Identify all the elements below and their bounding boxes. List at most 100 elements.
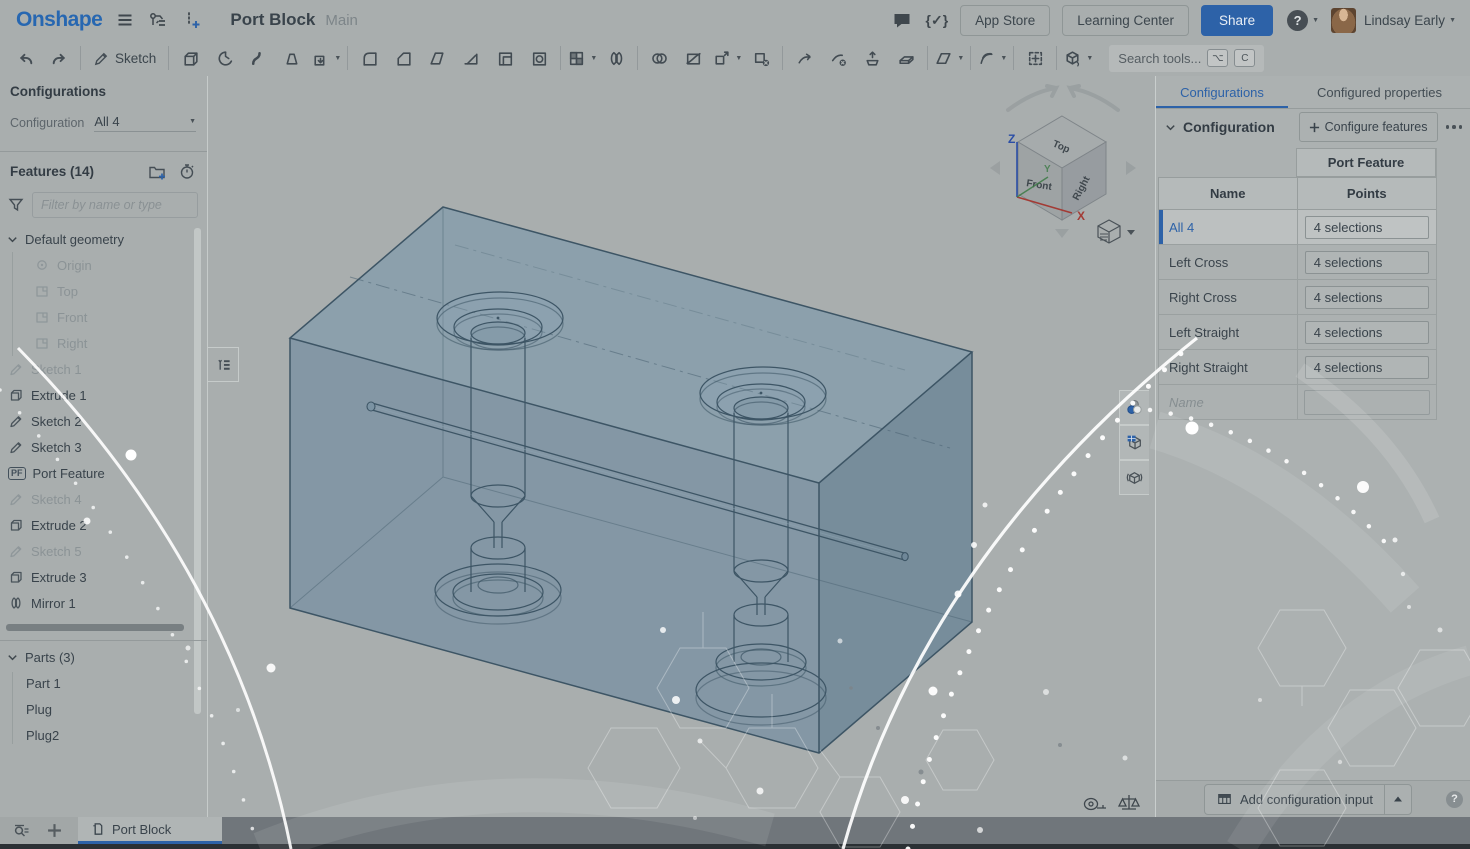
- feature-item[interactable]: Front: [0, 304, 192, 330]
- config-row[interactable]: Right Cross 4 selections: [1158, 280, 1436, 315]
- insert-new-button[interactable]: [182, 10, 202, 30]
- config-name[interactable]: Left Straight: [1159, 315, 1297, 349]
- part-item[interactable]: Part 1: [0, 670, 200, 696]
- extrude-tool-button[interactable]: [173, 43, 207, 73]
- delete-face-tool-button[interactable]: [821, 43, 855, 73]
- transform-tool-button[interactable]: ▼: [710, 43, 744, 73]
- workspace-name[interactable]: Main: [325, 12, 358, 29]
- filter-icon[interactable]: [8, 197, 24, 213]
- sweep-tool-button[interactable]: [241, 43, 275, 73]
- tab-configurations[interactable]: Configurations: [1156, 76, 1288, 108]
- tab-port-block[interactable]: Port Block: [78, 817, 222, 844]
- boolean-tool-button[interactable]: [642, 43, 676, 73]
- loft-tool-button[interactable]: [275, 43, 309, 73]
- chevron-down-icon[interactable]: ▼: [590, 55, 597, 62]
- appearance-panel-button[interactable]: [1119, 390, 1149, 425]
- add-configuration-input-button[interactable]: Add configuration input: [1204, 784, 1412, 815]
- main-menu-button[interactable]: [116, 11, 134, 29]
- add-config-dropdown[interactable]: [1384, 785, 1411, 814]
- user-name[interactable]: Lindsay Early: [1364, 13, 1445, 28]
- config-row[interactable]: Right Straight 4 selections: [1158, 350, 1436, 385]
- new-folder-button[interactable]: [148, 163, 168, 180]
- rib-tool-button[interactable]: [454, 43, 488, 73]
- config-name[interactable]: Left Cross: [1159, 245, 1297, 279]
- revolve-tool-button[interactable]: [207, 43, 241, 73]
- feature-item[interactable]: Extrude 2: [0, 512, 192, 538]
- selections-box[interactable]: 4 selections: [1305, 251, 1429, 274]
- selections-box[interactable]: 4 selections: [1305, 356, 1429, 379]
- chevron-down-icon[interactable]: ▼: [334, 55, 341, 62]
- app-store-button[interactable]: App Store: [960, 5, 1050, 36]
- configure-features-button[interactable]: Configure features: [1299, 112, 1438, 142]
- help-chevron-down-icon[interactable]: ▼: [1312, 17, 1319, 24]
- move-face-tool-button[interactable]: [787, 43, 821, 73]
- onshape-logo[interactable]: Onshape: [16, 8, 102, 32]
- linear-pattern-tool-button[interactable]: ▼: [565, 43, 599, 73]
- offset-surface-tool-button[interactable]: [889, 43, 923, 73]
- replace-face-tool-button[interactable]: [855, 43, 889, 73]
- selections-box[interactable]: 4 selections: [1305, 321, 1429, 344]
- chevron-down-icon[interactable]: ▼: [1000, 55, 1007, 62]
- feature-item[interactable]: Extrude 3: [0, 564, 192, 590]
- split-tool-button[interactable]: [676, 43, 710, 73]
- feature-item[interactable]: Mirror 1: [0, 590, 192, 616]
- add-tab-button[interactable]: [47, 823, 62, 838]
- tab-configured-properties[interactable]: Configured properties: [1288, 76, 1470, 108]
- configuration-panel-button[interactable]: [1119, 425, 1149, 460]
- help-button[interactable]: ?: [1287, 10, 1308, 31]
- feature-list-toggle-button[interactable]: [208, 347, 239, 382]
- horizontal-scrollbar[interactable]: [6, 624, 184, 631]
- delete-part-tool-button[interactable]: [744, 43, 778, 73]
- filter-input[interactable]: Filter by name or type: [32, 192, 198, 218]
- custom-tables-panel-button[interactable]: [1119, 460, 1149, 495]
- config-row[interactable]: Left Straight 4 selections: [1158, 315, 1436, 350]
- assembly-context-tool-button[interactable]: ▼: [1061, 43, 1095, 73]
- more-options-button[interactable]: [1446, 125, 1463, 129]
- helix-tool-button[interactable]: ▼: [975, 43, 1009, 73]
- learning-center-button[interactable]: Learning Center: [1062, 5, 1189, 36]
- share-button[interactable]: Share: [1201, 5, 1273, 36]
- draft-tool-button[interactable]: [420, 43, 454, 73]
- selections-box[interactable]: 4 selections: [1305, 286, 1429, 309]
- search-tabs-button[interactable]: [12, 822, 31, 840]
- versions-button[interactable]: [148, 11, 168, 29]
- feature-item[interactable]: Sketch 1: [0, 356, 192, 382]
- config-row[interactable]: All 4 4 selections: [1158, 210, 1436, 245]
- sketch-button[interactable]: Sketch: [85, 43, 164, 73]
- redo-button[interactable]: [42, 43, 76, 73]
- thicken-tool-button[interactable]: ▼: [309, 43, 343, 73]
- config-name[interactable]: All 4: [1159, 210, 1297, 244]
- feature-item[interactable]: Origin: [0, 252, 192, 278]
- feature-item[interactable]: Sketch 3: [0, 434, 192, 460]
- feature-item[interactable]: Sketch 5: [0, 538, 192, 564]
- feature-item[interactable]: Extrude 1: [0, 382, 192, 408]
- config-row[interactable]: Left Cross 4 selections: [1158, 245, 1436, 280]
- feature-item[interactable]: Sketch 2: [0, 408, 192, 434]
- feature-item[interactable]: Top: [0, 278, 192, 304]
- undo-button[interactable]: [8, 43, 42, 73]
- plane-tool-button[interactable]: ▼: [932, 43, 966, 73]
- feature-item[interactable]: Sketch 4: [0, 486, 192, 512]
- new-config-row[interactable]: Name: [1158, 385, 1436, 420]
- selections-box[interactable]: 4 selections: [1305, 216, 1429, 239]
- fillet-tool-button[interactable]: [352, 43, 386, 73]
- chevron-down-icon[interactable]: [1164, 121, 1177, 134]
- chevron-down-icon[interactable]: ▼: [957, 55, 964, 62]
- part-item[interactable]: Plug: [0, 696, 200, 722]
- shell-tool-button[interactable]: [488, 43, 522, 73]
- config-name[interactable]: Right Straight: [1159, 350, 1297, 384]
- avatar[interactable]: [1331, 8, 1356, 33]
- featurescript-button[interactable]: {✓}: [926, 12, 949, 29]
- panel-help-button[interactable]: ?: [1446, 791, 1463, 808]
- chevron-down-icon[interactable]: ▼: [735, 55, 742, 62]
- user-chevron-down-icon[interactable]: ▼: [1449, 17, 1456, 24]
- configuration-dropdown[interactable]: All 4 ▼: [94, 114, 196, 132]
- new-config-name-input[interactable]: Name: [1159, 385, 1297, 419]
- part-item[interactable]: Plug2: [0, 722, 200, 748]
- mirror-tool-button[interactable]: [599, 43, 633, 73]
- config-name[interactable]: Right Cross: [1159, 280, 1297, 314]
- parts-group[interactable]: Parts (3): [0, 644, 200, 670]
- frame-tool-button[interactable]: [1018, 43, 1052, 73]
- chamfer-tool-button[interactable]: [386, 43, 420, 73]
- chevron-down-icon[interactable]: ▼: [1086, 55, 1093, 62]
